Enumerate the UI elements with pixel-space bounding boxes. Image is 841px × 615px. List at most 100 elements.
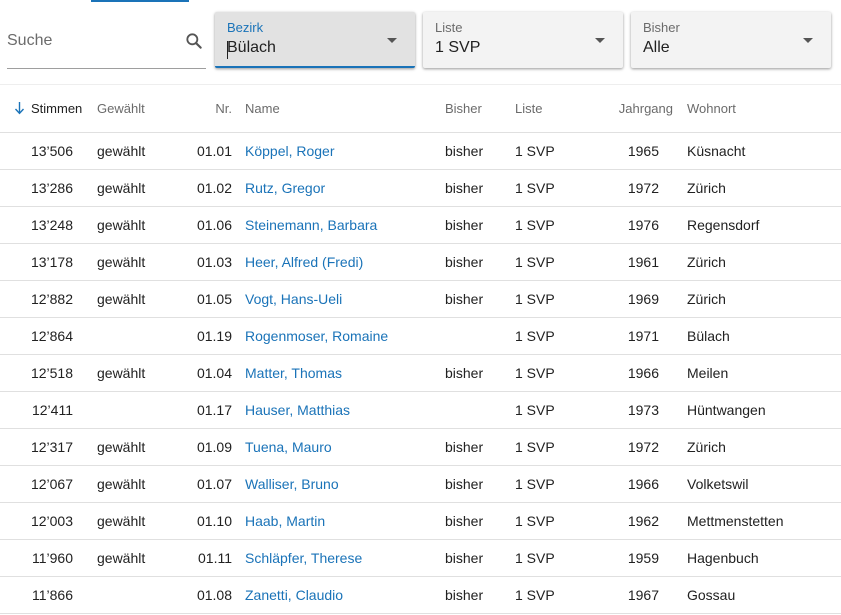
cell-stimmen: 12’317 — [30, 439, 73, 455]
cell-liste: 1 SVP — [515, 254, 555, 270]
cell-bisher: bisher — [445, 587, 484, 603]
cell-wohnort: Gossau — [687, 587, 736, 603]
column-header-nr[interactable]: Nr. — [200, 101, 232, 116]
chevron-down-icon[interactable] — [595, 38, 605, 43]
cell-bisher: bisher — [445, 439, 484, 455]
table-row[interactable]: 12’411 01.17 Hauser, Matthias 1 SVP 1973 Hünt… — [0, 392, 841, 429]
table-row[interactable]: 13’248 gewählt 01.06 Steinemann, Barbara bis… — [0, 207, 841, 244]
candidate-name-link[interactable]: Vogt, Hans-Ueli — [245, 291, 342, 307]
table-row[interactable]: 12’003 gewählt 01.10 Haab, Martin bisher 1 SV… — [0, 503, 841, 540]
cell-jahrgang: 1959 — [627, 550, 659, 566]
candidate-name-link[interactable]: Steinemann, Barbara — [245, 217, 377, 233]
cell-stimmen: 12’411 — [31, 402, 73, 418]
cell-liste: 1 SVP — [515, 328, 555, 344]
cell-jahrgang: 1969 — [627, 291, 659, 307]
cell-gewaehlt: gewählt — [97, 143, 146, 159]
table-row[interactable]: 12’067 gewählt 01.07 Walliser, Bruno bisher 1… — [0, 466, 841, 503]
candidate-name-link[interactable]: Walliser, Bruno — [245, 476, 339, 492]
candidate-name-link[interactable]: Zanetti, Claudio — [245, 587, 343, 603]
cell-wohnort: Hüntwangen — [687, 402, 766, 418]
bisher-select[interactable]: Bisher Alle — [631, 12, 831, 68]
candidate-name-link[interactable]: Rutz, Gregor — [245, 180, 325, 196]
cell-liste: 1 SVP — [515, 513, 555, 529]
cell-liste: 1 SVP — [515, 476, 555, 492]
candidate-name-link[interactable]: Köppel, Roger — [245, 143, 335, 159]
search-icon[interactable] — [184, 31, 204, 51]
cell-jahrgang: 1961 — [627, 254, 659, 270]
cell-nr: 01.11 — [198, 550, 232, 566]
cell-nr: 01.02 — [196, 180, 232, 196]
cell-stimmen: 12’518 — [30, 365, 73, 381]
table-row[interactable]: 13’506 gewählt 01.01 Köppel, Roger bisher 1 S… — [0, 133, 841, 170]
cell-bisher: bisher — [445, 550, 484, 566]
table-row[interactable]: 13’286 gewählt 01.02 Rutz, Gregor bisher 1 SV… — [0, 170, 841, 207]
candidate-name-link[interactable]: Rogenmoser, Romaine — [245, 328, 388, 344]
table-row[interactable]: 12’864 01.19 Rogenmoser, Romaine 1 SVP 1971 B… — [0, 318, 841, 355]
cell-liste: 1 SVP — [515, 217, 555, 233]
table-row[interactable]: 12’317 gewählt 01.09 Tuena, Mauro bisher 1 SV… — [0, 429, 841, 466]
candidate-name-link[interactable]: Matter, Thomas — [245, 365, 342, 381]
cell-gewaehlt: gewählt — [97, 365, 146, 381]
cell-wohnort: Küsnacht — [687, 143, 746, 159]
cell-wohnort: Zürich — [687, 180, 726, 196]
cell-jahrgang: 1971 — [627, 328, 659, 344]
cell-bisher: bisher — [445, 513, 484, 529]
column-header-gewaehlt[interactable]: Gewählt — [97, 101, 145, 116]
cell-jahrgang: 1966 — [627, 476, 659, 492]
table-row[interactable]: 11’960 gewählt 01.11 Schläpfer, Therese bish… — [0, 540, 841, 577]
cell-bisher: bisher — [445, 254, 484, 270]
candidate-name-link[interactable]: Haab, Martin — [245, 513, 325, 529]
cell-stimmen: 11’866 — [31, 587, 73, 603]
cell-nr: 01.04 — [196, 365, 232, 381]
cell-stimmen: 13’178 — [30, 254, 73, 270]
chevron-down-icon[interactable] — [803, 38, 813, 43]
cell-nr: 01.08 — [196, 587, 232, 603]
liste-select[interactable]: Liste 1 SVP — [423, 12, 623, 68]
candidate-name-link[interactable]: Hauser, Matthias — [245, 402, 350, 418]
cell-nr: 01.17 — [196, 402, 232, 418]
cell-stimmen: 12’003 — [30, 513, 73, 529]
column-header-liste[interactable]: Liste — [515, 101, 542, 116]
table-row[interactable]: 11’866 01.08 Zanetti, Claudio bisher 1 SVP 19… — [0, 577, 841, 614]
bezirk-select[interactable]: Bezirk Bülach — [215, 12, 415, 68]
table-row[interactable]: 13’178 gewählt 01.03 Heer, Alfred (Fredi) bi… — [0, 244, 841, 281]
cell-bisher: bisher — [445, 217, 484, 233]
candidate-name-link[interactable]: Schläpfer, Therese — [245, 550, 362, 566]
results-table: Stimmen Gewählt Nr. Name Bisher Liste Ja… — [0, 85, 841, 614]
cell-liste: 1 SVP — [515, 402, 555, 418]
cell-stimmen: 13’248 — [30, 217, 73, 233]
column-header-wohnort[interactable]: Wohnort — [687, 101, 736, 116]
cell-wohnort: Hagenbuch — [687, 550, 759, 566]
cell-nr: 01.07 — [196, 476, 232, 492]
cell-wohnort: Volketswil — [687, 476, 749, 492]
table-body: 13’506 gewählt 01.01 Köppel, Roger bisher 1 S… — [0, 133, 841, 614]
cell-nr: 01.09 — [196, 439, 232, 455]
cell-wohnort: Zürich — [687, 254, 726, 270]
chevron-down-icon[interactable] — [387, 38, 397, 43]
column-header-jahrgang[interactable]: Jahrgang — [600, 101, 673, 116]
candidate-name-link[interactable]: Heer, Alfred (Fredi) — [245, 254, 363, 270]
cell-gewaehlt: gewählt — [97, 550, 146, 566]
liste-select-label: Liste — [435, 20, 463, 35]
table-row[interactable]: 12’882 gewählt 01.05 Vogt, Hans-Ueli bisher 1… — [0, 281, 841, 318]
search-field[interactable] — [7, 12, 206, 69]
search-input[interactable] — [7, 30, 177, 52]
liste-select-value: 1 SVP — [435, 39, 481, 56]
column-header-stimmen[interactable]: Stimmen — [31, 101, 82, 116]
column-header-bisher[interactable]: Bisher — [445, 101, 482, 116]
column-header-name[interactable]: Name — [245, 101, 280, 116]
candidate-name-link[interactable]: Tuena, Mauro — [245, 439, 332, 455]
cell-jahrgang: 1962 — [627, 513, 659, 529]
cell-stimmen: 13’506 — [30, 143, 73, 159]
cell-wohnort: Meilen — [687, 365, 729, 381]
cell-bisher: bisher — [445, 143, 484, 159]
arrow-down-icon[interactable] — [14, 101, 25, 115]
table-row[interactable]: 12’518 gewählt 01.04 Matter, Thomas bisher 1 … — [0, 355, 841, 392]
cell-wohnort: Zürich — [687, 291, 726, 307]
cell-jahrgang: 1972 — [627, 180, 659, 196]
cell-bisher: bisher — [445, 180, 484, 196]
cell-gewaehlt: gewählt — [97, 217, 146, 233]
cell-stimmen: 12’882 — [30, 291, 73, 307]
cell-nr: 01.05 — [196, 291, 232, 307]
cell-stimmen: 13’286 — [30, 180, 73, 196]
